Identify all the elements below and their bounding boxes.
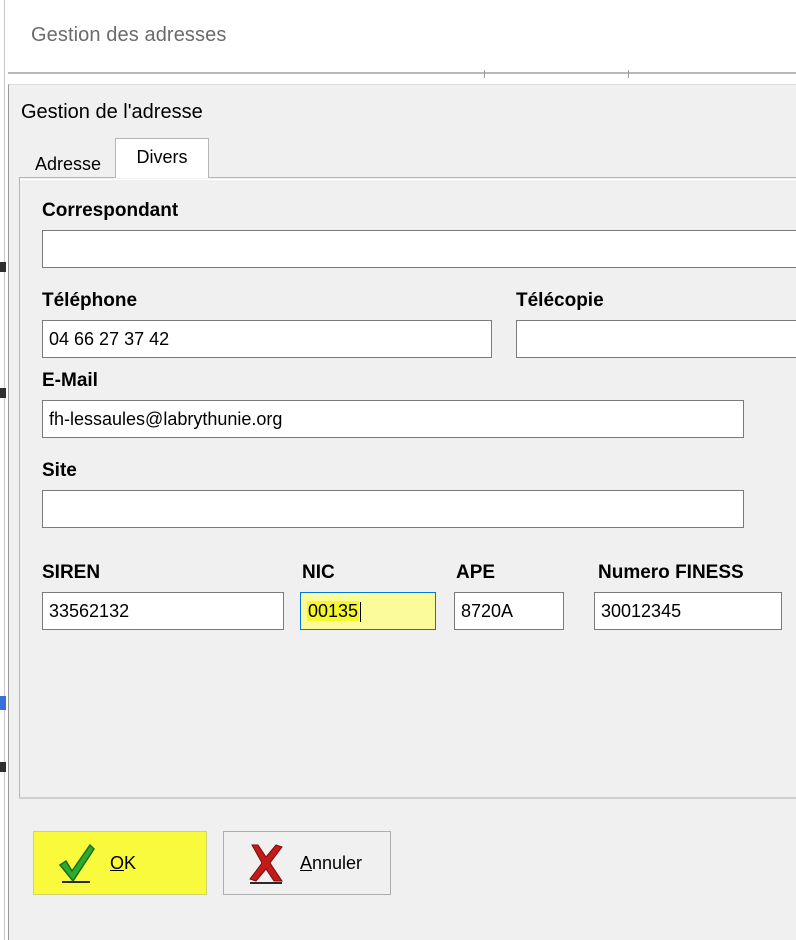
tab-page-divers: Correspondant Téléphone 04 66 27 37 42 T… <box>19 177 796 797</box>
finess-label: Numero FINESS <box>598 562 744 583</box>
ape-label: APE <box>456 562 496 583</box>
background-header-rule <box>8 72 796 74</box>
telecopie-label: Télécopie <box>516 290 604 311</box>
background-column-divider <box>484 70 485 78</box>
correspondant-input[interactable] <box>42 230 796 268</box>
cancel-button[interactable]: Annuler <box>223 831 391 895</box>
email-input[interactable]: fh-lessaules@labrythunie.org <box>42 400 744 438</box>
ok-button[interactable]: OK <box>33 831 207 895</box>
dialog-bottom-separator <box>19 797 796 799</box>
background-edge-mark <box>0 262 6 272</box>
address-dialog: Gestion de l'adresse Adresse Divers Corr… <box>8 84 796 940</box>
ok-button-label: OK <box>110 852 137 873</box>
background-edge-mark <box>0 696 6 710</box>
telephone-label: Téléphone <box>42 290 138 311</box>
ape-input[interactable]: 8720A <box>454 592 564 630</box>
background-edge-mark <box>0 388 6 398</box>
site-input[interactable] <box>42 490 744 528</box>
siren-label: SIREN <box>42 562 101 583</box>
telephone-input[interactable]: 04 66 27 37 42 <box>42 320 492 358</box>
nic-label: NIC <box>302 562 335 583</box>
dialog-title: Gestion de l'adresse <box>21 101 203 123</box>
nic-input[interactable]: 00135 <box>300 592 436 630</box>
background-edge-mark <box>0 762 6 772</box>
telecopie-input[interactable] <box>516 320 796 358</box>
site-label: Site <box>42 460 77 481</box>
siren-input[interactable]: 33562132 <box>42 592 284 630</box>
correspondant-label: Correspondant <box>42 200 179 221</box>
text-caret <box>360 602 362 623</box>
green-check-icon <box>58 843 95 883</box>
background-column-divider <box>628 70 629 78</box>
email-label: E-Mail <box>42 370 98 391</box>
red-x-icon <box>249 844 283 884</box>
nic-input-value: 00135 <box>307 601 360 621</box>
cancel-button-label: Annuler <box>300 852 363 873</box>
tab-divers[interactable]: Divers <box>115 138 209 178</box>
tab-adresse[interactable]: Adresse <box>19 147 117 179</box>
background-window-title: Gestion des adresses <box>31 24 227 46</box>
finess-input[interactable]: 30012345 <box>594 592 782 630</box>
window-edge <box>4 0 5 940</box>
